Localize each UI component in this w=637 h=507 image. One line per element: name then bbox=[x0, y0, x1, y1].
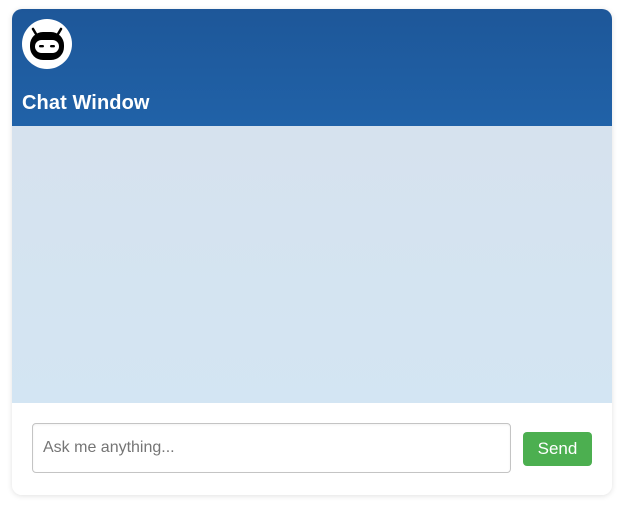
chat-window: Chat Window Send bbox=[12, 9, 612, 495]
message-area[interactable] bbox=[12, 126, 612, 403]
composer: Send bbox=[12, 403, 612, 495]
robot-icon bbox=[30, 27, 64, 60]
bot-avatar bbox=[22, 19, 72, 69]
chat-header: Chat Window bbox=[12, 9, 612, 126]
chat-title: Chat Window bbox=[22, 92, 150, 114]
message-input[interactable] bbox=[32, 423, 511, 473]
send-button[interactable]: Send bbox=[523, 432, 592, 466]
